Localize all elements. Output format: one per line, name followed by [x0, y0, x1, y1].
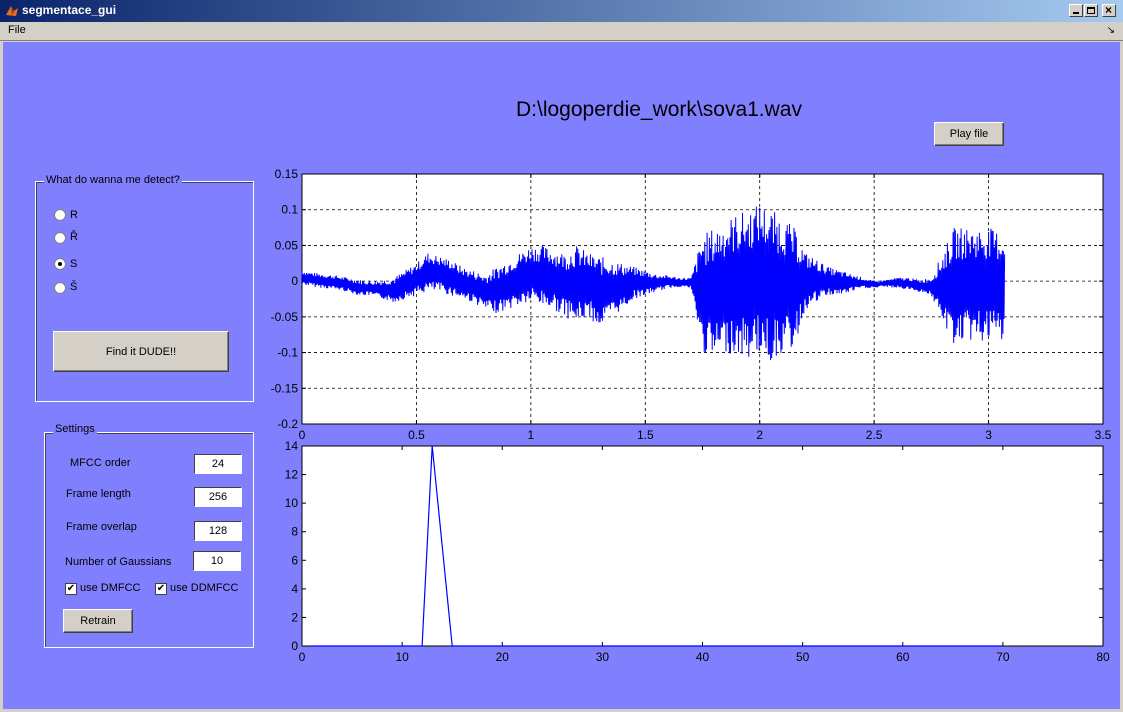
close-button[interactable]: ×	[1102, 3, 1116, 17]
find-it-button[interactable]: Find it DUDE!!	[53, 331, 229, 372]
title-bar: segmentace_gui ×	[0, 0, 1123, 22]
file-title: D:\logoperdie_work\sova1.wav	[516, 98, 802, 121]
ddmfcc-checkbox[interactable]: ✔	[155, 583, 167, 595]
menu-bar: File ↘	[0, 22, 1123, 41]
radio-r[interactable]	[54, 209, 66, 221]
radio-scaron[interactable]	[54, 282, 66, 294]
mfcc-order-field[interactable]: 24	[194, 454, 242, 474]
mfcc-order-label: MFCC order	[70, 457, 131, 469]
play-file-button[interactable]: Play file	[934, 122, 1004, 146]
settings-panel-title: Settings	[53, 423, 97, 435]
gaussians-field[interactable]: 10	[193, 551, 241, 571]
maximize-button[interactable]	[1084, 4, 1098, 17]
matlab-icon	[6, 6, 18, 16]
radio-rcaron-label: Ř	[70, 231, 78, 243]
detect-panel-title: What do wanna me detect?	[44, 174, 182, 186]
radio-rcaron[interactable]	[54, 232, 66, 244]
checkmark-icon: ✔	[66, 583, 76, 594]
minimize-icon	[1073, 12, 1079, 14]
radio-s-label: S	[70, 258, 78, 270]
frame-overlap-field[interactable]: 128	[194, 521, 242, 541]
window-title: segmentace_gui	[22, 3, 117, 17]
radio-s[interactable]	[54, 258, 66, 270]
frame-overlap-label: Frame overlap	[66, 521, 137, 533]
menu-file[interactable]: File	[8, 24, 26, 36]
ddmfcc-label: use DDMFCC	[170, 582, 239, 594]
minimize-button[interactable]	[1069, 4, 1083, 17]
dmfcc-label: use DMFCC	[80, 582, 141, 594]
radio-scaron-label: Š	[70, 281, 78, 293]
radio-selected-dot	[58, 262, 62, 266]
frame-length-field[interactable]: 256	[194, 487, 242, 507]
maximize-icon	[1087, 7, 1095, 14]
radio-r-label: R	[70, 209, 78, 221]
dock-icon[interactable]: ↘	[1107, 25, 1115, 36]
dmfcc-checkbox[interactable]: ✔	[65, 583, 77, 595]
frame-length-label: Frame length	[66, 488, 131, 500]
retrain-button[interactable]: Retrain	[63, 609, 133, 633]
checkmark-icon: ✔	[156, 583, 166, 594]
close-icon: ×	[1105, 3, 1113, 17]
gaussians-label: Number of Gaussians	[65, 556, 172, 568]
